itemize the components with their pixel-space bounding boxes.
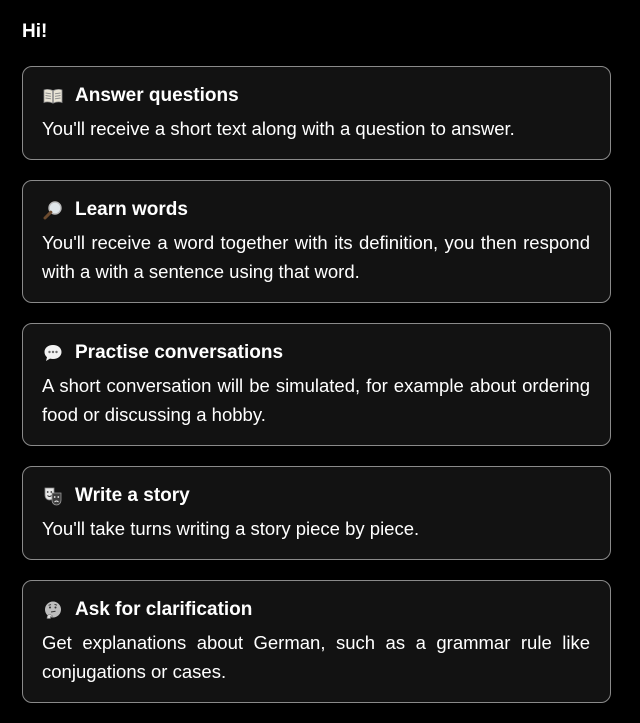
option-title-row: Write a story — [42, 485, 590, 507]
option-title: Write a story — [75, 485, 190, 506]
option-title-row: Answer questions — [42, 85, 590, 107]
open-book-icon — [42, 85, 64, 107]
option-card-ask-for-clarification[interactable]: Ask for clarification Get explanations a… — [22, 580, 611, 703]
greeting-heading: Hi! — [22, 21, 48, 42]
theater-masks-icon — [42, 485, 64, 507]
option-title-row: Learn words — [42, 199, 590, 221]
option-title: Practise conversations — [75, 342, 284, 363]
magnifying-glass-icon — [42, 199, 64, 221]
option-card-write-a-story[interactable]: Write a story You'll take turns writing … — [22, 466, 611, 560]
option-title: Ask for clarification — [75, 599, 253, 620]
option-title: Answer questions — [75, 85, 239, 106]
option-title-row: Ask for clarification — [42, 599, 590, 621]
option-description: You'll receive a word together with its … — [42, 232, 590, 282]
speech-bubble-icon — [42, 342, 64, 364]
option-description: A short conversation will be simulated, … — [42, 375, 590, 425]
option-card-practise-conversations[interactable]: Practise conversations A short conversat… — [22, 323, 611, 446]
option-title-row: Practise conversations — [42, 342, 590, 364]
thinking-face-icon — [42, 599, 64, 621]
option-cards-list: Answer questions You'll receive a short … — [22, 66, 611, 723]
option-description: You'll take turns writing a story piece … — [42, 518, 420, 539]
option-description: Get explanations about German, such as a… — [42, 632, 590, 682]
option-card-answer-questions[interactable]: Answer questions You'll receive a short … — [22, 66, 611, 160]
option-description: You'll receive a short text along with a… — [42, 118, 515, 139]
option-title: Learn words — [75, 199, 188, 220]
option-card-learn-words[interactable]: Learn words You'll receive a word togeth… — [22, 180, 611, 303]
